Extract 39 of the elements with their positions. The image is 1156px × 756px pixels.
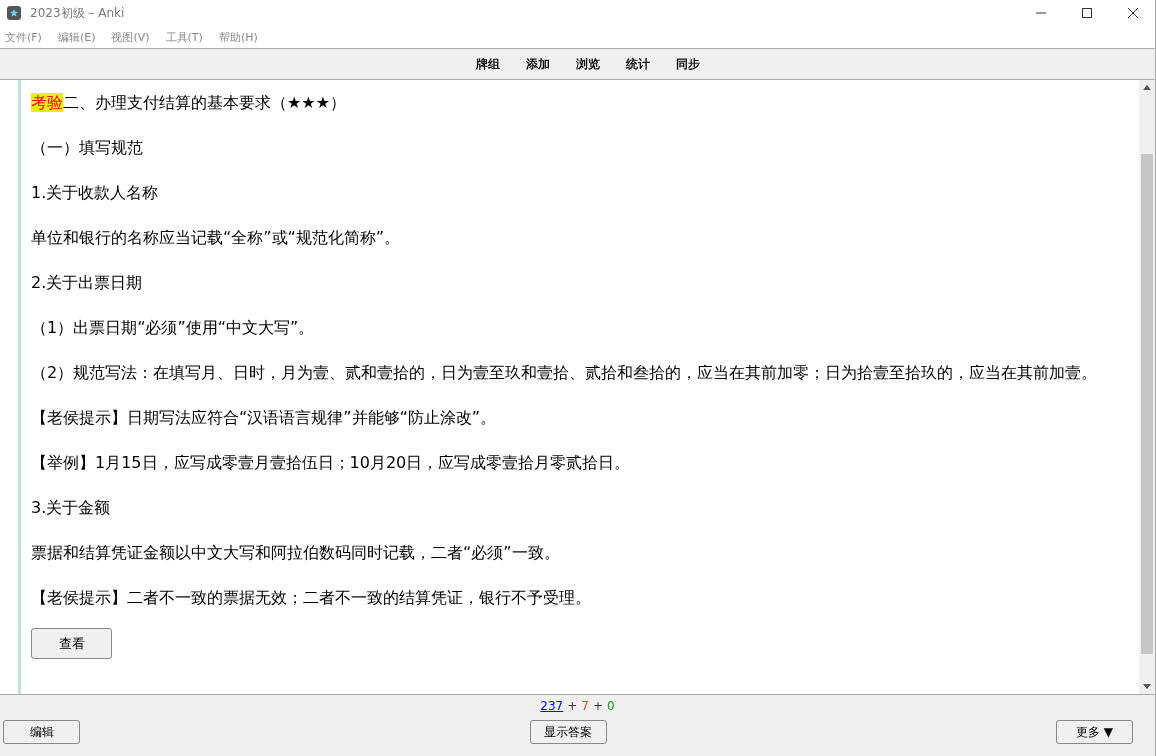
- close-icon[interactable]: [1127, 7, 1139, 19]
- paragraph: 【老侯提示】日期写法应符合“汉语语言规律”并能够“防止涂改”。: [31, 407, 498, 429]
- app-icon: [6, 5, 22, 21]
- paragraph: （2）规范写法：在填写月、日时，月为壹、贰和壹拾的，日为壹至玖和壹拾、贰拾和叁拾的，应当在其前加零；日为拾壹至拾玖的，应当在其前加壹。: [31, 362, 1099, 384]
- show-answer-button[interactable]: 显示答案: [529, 720, 607, 744]
- maximize-icon[interactable]: [1081, 7, 1093, 19]
- paragraph: 3.关于金额: [31, 497, 112, 519]
- paragraph: 单位和银行的名称应当记载“全称”或“规范化简称”。: [31, 227, 402, 249]
- scrollbar[interactable]: [1139, 80, 1155, 694]
- toolbar-link[interactable]: 统计: [625, 55, 650, 73]
- toolbar-link[interactable]: 同步: [675, 55, 700, 73]
- paragraph: 【举例】1月15日，应写成零壹月壹拾伍日；10月20日，应写成零壹拾月零贰拾日。: [31, 452, 632, 474]
- more-button[interactable]: 更多 ▼: [1056, 720, 1133, 744]
- paragraph: 【老侯提示】二者不一致的票据无效；二者不一致的结算凭证，银行不予受理。: [31, 587, 592, 609]
- paragraph: 2.关于出票日期: [31, 272, 144, 294]
- menu-item[interactable]: 帮助(H): [218, 29, 258, 45]
- menu-item[interactable]: 编辑(E): [57, 29, 96, 45]
- plus-sign: +: [567, 699, 578, 713]
- menu-item[interactable]: 工具(T): [165, 29, 203, 45]
- window-title: 2023初级 – Anki: [30, 4, 125, 22]
- toolbar-link[interactable]: 浏览: [575, 55, 600, 73]
- paragraph: （1）出票日期“必须”使用“中文大写”。: [31, 317, 316, 339]
- plus-sign: +: [592, 699, 603, 713]
- paragraph: 考验二、办理支付结算的基本要求（★★★）: [31, 92, 348, 114]
- edit-button[interactable]: 编辑: [3, 720, 80, 744]
- menu-item[interactable]: 文件(F): [5, 29, 42, 45]
- card-count: 7: [581, 699, 589, 713]
- scroll-down-icon[interactable]: [1143, 684, 1151, 690]
- toolbar-link[interactable]: 牌组: [475, 55, 500, 73]
- paragraph: 1.关于收款人名称: [31, 182, 160, 204]
- paragraph: （一）填写规范: [31, 137, 144, 159]
- card-count: 0: [607, 699, 615, 713]
- menu-item[interactable]: 视图(V): [111, 29, 150, 45]
- paragraph: 票据和结算凭证金额以中文大写和阿拉伯数码同时记载，二者“必须”一致。: [31, 542, 561, 564]
- view-button[interactable]: 查看: [31, 628, 112, 659]
- toolbar-link[interactable]: 添加: [525, 55, 550, 73]
- due-count-link[interactable]: 237: [540, 699, 564, 713]
- scrollbar-thumb[interactable]: [1141, 154, 1153, 654]
- scroll-up-icon[interactable]: [1143, 84, 1151, 90]
